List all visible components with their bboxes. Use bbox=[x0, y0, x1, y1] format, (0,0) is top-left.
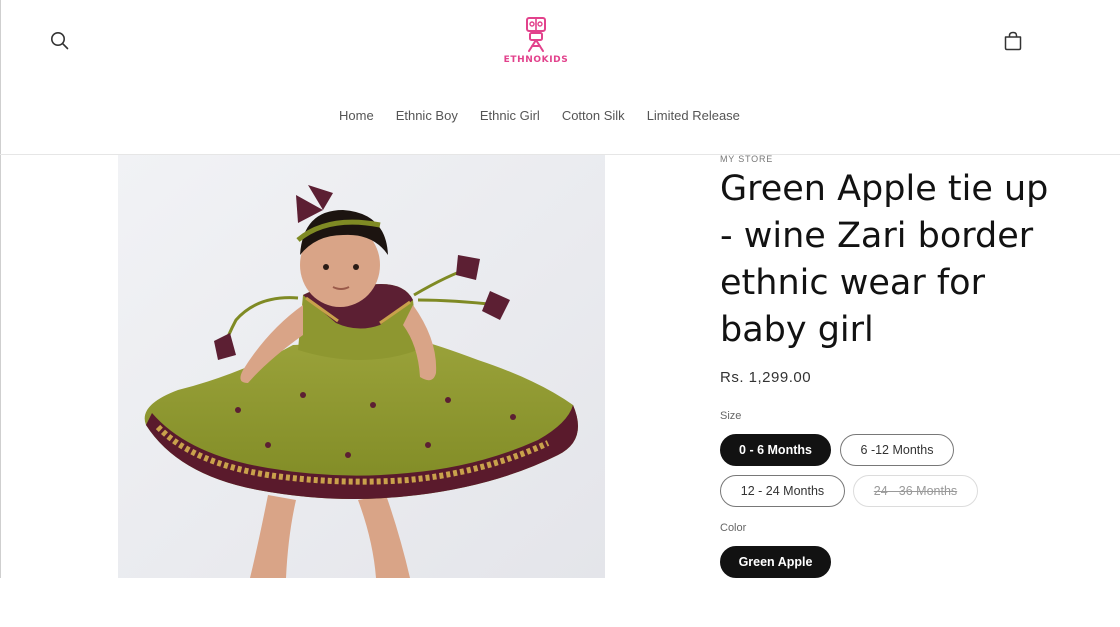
product-image[interactable] bbox=[118, 155, 605, 578]
site-header: ETHNOKIDS Home Ethnic Boy Ethnic Girl Co… bbox=[0, 0, 1120, 155]
size-option-12-24-months[interactable]: 12 - 24 Months bbox=[720, 475, 845, 507]
size-option-24-36-months[interactable]: 24 - 36 Months bbox=[853, 475, 978, 507]
search-icon bbox=[51, 32, 69, 50]
product-title: Green Apple tie up - wine Zari border et… bbox=[720, 169, 1049, 350]
nav-item-cotton-silk[interactable]: Cotton Silk bbox=[551, 106, 636, 126]
nav-item-ethnic-girl[interactable]: Ethnic Girl bbox=[469, 106, 551, 126]
product-vendor: MY STORE bbox=[720, 154, 774, 164]
size-option-6-12-months[interactable]: 6 -12 Months bbox=[840, 434, 954, 466]
site-logo[interactable]: ETHNOKIDS bbox=[500, 16, 572, 68]
nav-item-home[interactable]: Home bbox=[328, 106, 385, 126]
cart-button[interactable] bbox=[1001, 29, 1025, 53]
size-option-0-6-months[interactable]: 0 - 6 Months bbox=[720, 434, 831, 466]
product-price: Rs. 1,299.00 bbox=[720, 369, 812, 386]
nav-item-ethnic-boy[interactable]: Ethnic Boy bbox=[385, 106, 469, 126]
color-option-green-apple[interactable]: Green Apple bbox=[720, 546, 831, 578]
bag-icon bbox=[1004, 31, 1022, 51]
color-label: Color bbox=[720, 522, 747, 534]
product-photo bbox=[118, 155, 605, 578]
main-nav: Home Ethnic Boy Ethnic Girl Cotton Silk … bbox=[328, 106, 751, 126]
logo-text: ETHNOKIDS bbox=[503, 55, 569, 65]
search-button[interactable] bbox=[48, 29, 72, 53]
nav-item-limited-release[interactable]: Limited Release bbox=[636, 106, 751, 126]
logo-mark-icon bbox=[526, 17, 546, 52]
size-label: Size bbox=[720, 410, 742, 422]
